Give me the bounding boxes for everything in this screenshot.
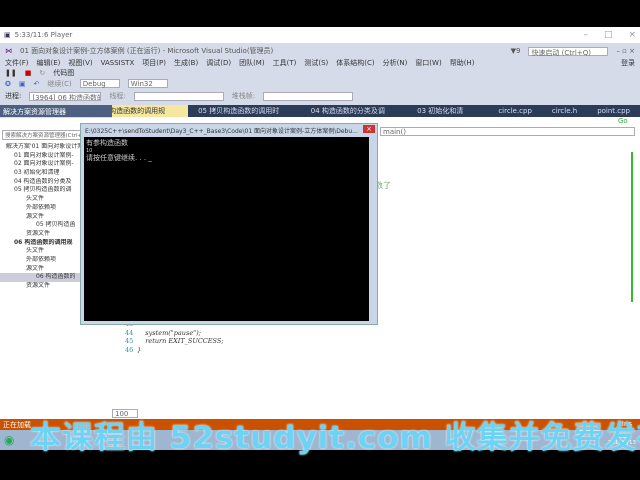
tab-circle-h[interactable]: circle.h bbox=[542, 105, 587, 117]
thread-label: 线程: bbox=[109, 92, 126, 100]
stack-frame-dropdown[interactable] bbox=[263, 91, 354, 101]
menu-item[interactable]: VASSISTX bbox=[101, 59, 135, 67]
vs-titlebar: ⋈ 01 面向对象设计案例-立方体案例 (正在运行) - Microsoft V… bbox=[0, 44, 640, 58]
pause-icon[interactable]: ❚❚ bbox=[5, 69, 17, 77]
menu-item[interactable]: 团队(M) bbox=[239, 58, 265, 68]
go-button[interactable]: Go bbox=[618, 117, 628, 125]
line-number: 46 bbox=[125, 345, 134, 354]
platform-dropdown[interactable]: Win32 bbox=[127, 79, 168, 88]
console-close-button[interactable]: × bbox=[363, 125, 375, 133]
tab-04[interactable]: 04 构造函数的分类及调用.cpp bbox=[301, 105, 407, 127]
line-number: 44 bbox=[125, 328, 134, 337]
restart-icon[interactable]: ↻ bbox=[39, 69, 45, 77]
menu-item[interactable]: 测试(S) bbox=[304, 58, 328, 68]
debug-location-toolbar: 进程: [3964] 06 构造函数的调用规则.ex 线程: 堆栈帧: bbox=[0, 90, 640, 102]
code-line: system("pause"); bbox=[145, 328, 201, 337]
stack-frame-label: 堆栈帧: bbox=[231, 92, 256, 100]
function-dropdown[interactable]: main() bbox=[380, 127, 635, 136]
login-link[interactable]: 登录 bbox=[621, 58, 635, 68]
menu-item[interactable]: 体系结构(C) bbox=[336, 58, 374, 68]
debug-toolbar: ❚❚ ■ ↻ 代码图 bbox=[0, 68, 640, 78]
player-icon: ▣ bbox=[4, 31, 11, 39]
status-text: 正在加载 bbox=[3, 421, 31, 429]
document-tabs: 06 构造函数的调用规则.cpp 05 拷贝构造函数的调用时机.cpp 04 构… bbox=[88, 105, 640, 127]
console-window[interactable]: E:\0325C++\sendToStudent\Day3_C++_Base3\… bbox=[80, 123, 378, 325]
console-line: 有参构造函数 bbox=[86, 139, 128, 147]
vs-logo-icon: ⋈ bbox=[5, 47, 12, 55]
menu-item[interactable]: 项目(P) bbox=[142, 58, 166, 68]
new-project-icon[interactable]: ✪ bbox=[5, 80, 11, 88]
console-line: 请按任意键继续. . . _ bbox=[86, 154, 152, 162]
tab-05[interactable]: 05 拷贝构造函数的调用时机.cpp bbox=[188, 105, 301, 127]
standard-toolbar: ✪ ▣ ↶ 继续(C) Debug Win32 bbox=[0, 78, 640, 89]
console-output: 有参构造函数 10 请按任意键继续. . . _ bbox=[84, 137, 369, 321]
vs-window-controls[interactable]: – ▫ × bbox=[616, 47, 635, 55]
watermark: 本课程由 52studyit.com 收集并免费发布 bbox=[30, 420, 640, 456]
undo-icon[interactable]: ↶ bbox=[34, 80, 40, 88]
menu-item[interactable]: 视图(V) bbox=[68, 58, 92, 68]
process-label: 进程: bbox=[5, 92, 22, 100]
menu-item[interactable]: 窗口(W) bbox=[415, 58, 441, 68]
menu-item[interactable]: 分析(N) bbox=[383, 58, 408, 68]
code-line: return EXIT_SUCCESS; bbox=[145, 337, 224, 345]
minimize-button[interactable]: – bbox=[583, 30, 588, 40]
change-margin bbox=[631, 152, 633, 302]
menu-item[interactable]: 帮助(H) bbox=[450, 58, 475, 68]
line-number: 45 bbox=[125, 337, 134, 345]
code-lines: 43 44 system("pause"); 45 return EXIT_SU… bbox=[125, 320, 224, 354]
thread-dropdown[interactable] bbox=[133, 91, 224, 101]
notification-icon[interactable]: ▼9 bbox=[511, 47, 521, 55]
solution-explorer-title: 解决方案资源管理器 bbox=[0, 105, 112, 117]
continue-button[interactable]: 继续(C) bbox=[47, 79, 71, 89]
console-title: E:\0325C++\sendToStudent\Day3_C++_Base3\… bbox=[85, 128, 358, 135]
player-title: 5:33/11:6 Player bbox=[14, 31, 73, 39]
menu-bar: 文件(F) 编辑(E) 视图(V) VASSISTX 项目(P) 生成(B) 调试(D) 团队… bbox=[0, 57, 640, 68]
quick-launch-input[interactable]: 快速启动 (Ctrl+Q) bbox=[528, 46, 609, 57]
code-line: } bbox=[137, 345, 142, 354]
tab-03[interactable]: 03 初始化和清理.cpp bbox=[407, 105, 488, 127]
close-button[interactable]: × bbox=[628, 30, 636, 40]
player-titlebar: ▣ 5:33/11:6 Player – □ × bbox=[0, 27, 640, 43]
menu-item[interactable]: 工具(T) bbox=[273, 58, 297, 68]
menu-item[interactable]: 生成(B) bbox=[174, 58, 198, 68]
save-icon[interactable]: ▣ bbox=[19, 80, 26, 88]
maximize-button[interactable]: □ bbox=[604, 30, 613, 40]
start-button-icon[interactable]: ◉ bbox=[4, 433, 14, 447]
config-dropdown[interactable]: Debug bbox=[79, 79, 120, 88]
menu-item[interactable]: 文件(F) bbox=[5, 58, 29, 68]
menu-item[interactable]: 调试(D) bbox=[206, 58, 231, 68]
vs-title: 01 面向对象设计案例-立方体案例 (正在运行) - Microsoft Vis… bbox=[20, 47, 274, 55]
process-dropdown[interactable]: [3964] 06 构造函数的调用规则.ex bbox=[29, 91, 102, 101]
tab-circle-cpp[interactable]: circle.cpp bbox=[488, 105, 542, 117]
tab-point-cpp[interactable]: point.cpp bbox=[587, 105, 640, 117]
stop-icon[interactable]: ■ bbox=[25, 69, 32, 77]
code-map-button[interactable]: 代码图 bbox=[53, 68, 74, 78]
menu-item[interactable]: 编辑(E) bbox=[37, 58, 61, 68]
